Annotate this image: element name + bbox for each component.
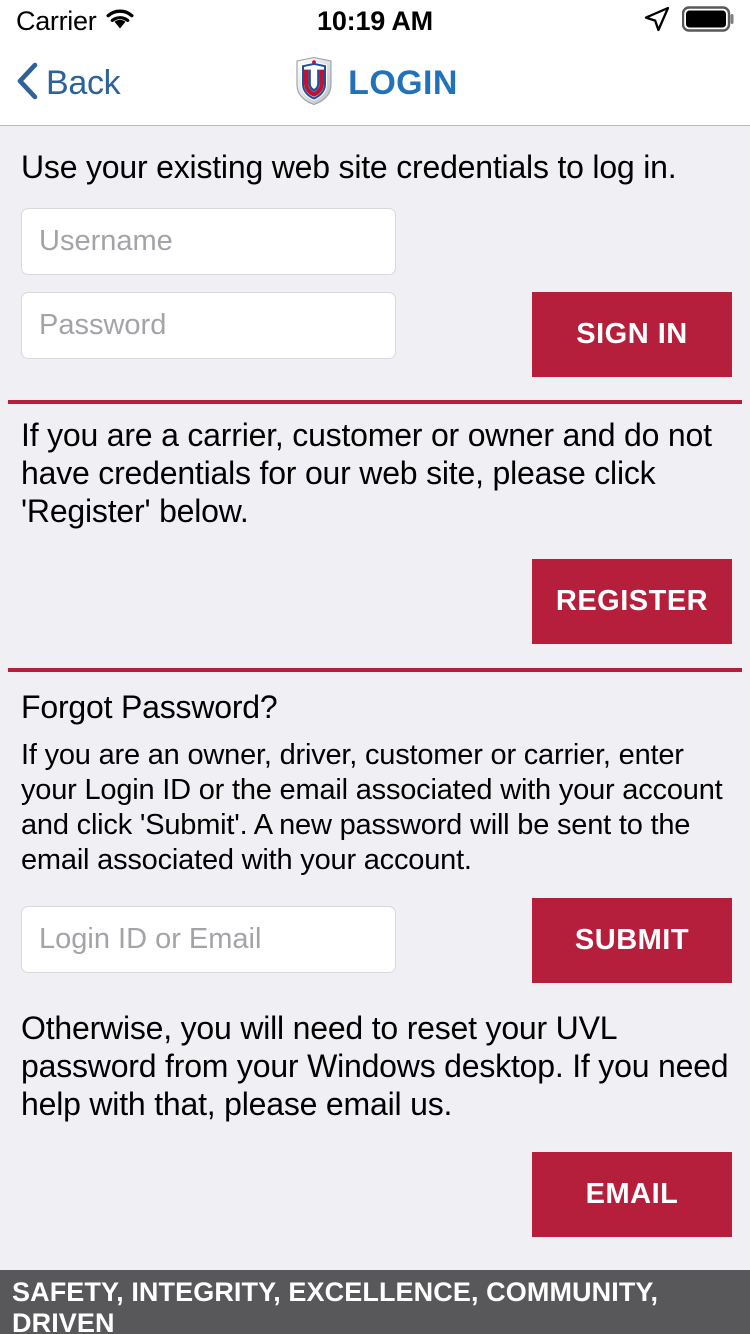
footer-tagline: SAFETY, INTEGRITY, EXCELLENCE, COMMUNITY…	[12, 1276, 659, 1334]
signin-intro-text: Use your existing web site credentials t…	[21, 149, 677, 185]
status-bar: Carrier 10:19 AM	[0, 0, 750, 42]
submit-button[interactable]: SUBMIT	[532, 898, 732, 983]
otherwise-description-text: Otherwise, you will need to reset your U…	[21, 1010, 729, 1122]
signin-button-wrap: SIGN IN	[532, 292, 732, 377]
page-title: LOGIN	[348, 64, 458, 102]
forgot-password-description: If you are an owner, driver, customer or…	[21, 739, 723, 876]
email-button-wrap: EMAIL	[10, 1152, 740, 1237]
register-section: If you are a carrier, customer or owner …	[0, 404, 750, 644]
password-input[interactable]	[21, 292, 396, 359]
content-area: Use your existing web site credentials t…	[0, 126, 750, 1334]
forgot-password-row: SUBMIT	[10, 898, 740, 983]
submit-button-wrap: SUBMIT	[532, 898, 732, 983]
status-bar-left: Carrier	[16, 6, 135, 37]
signin-fields	[21, 208, 396, 359]
battery-full-icon	[681, 5, 736, 37]
register-button-wrap: REGISTER	[10, 559, 740, 644]
register-button[interactable]: REGISTER	[532, 559, 732, 644]
signin-section: Use your existing web site credentials t…	[0, 126, 750, 377]
username-input[interactable]	[21, 208, 396, 275]
footer-banner: SAFETY, INTEGRITY, EXCELLENCE, COMMUNITY…	[0, 1270, 750, 1334]
forgot-password-heading: Forgot Password?	[21, 689, 278, 725]
sign-in-button[interactable]: SIGN IN	[532, 292, 732, 377]
chevron-left-icon	[16, 62, 38, 105]
back-button-label: Back	[46, 64, 121, 102]
navigation-bar: Back LOGIN	[0, 42, 750, 126]
login-id-or-email-input[interactable]	[21, 906, 396, 973]
email-button[interactable]: EMAIL	[532, 1152, 732, 1237]
back-button[interactable]: Back	[16, 62, 121, 105]
carrier-label: Carrier	[16, 5, 97, 36]
signin-body: SIGN IN	[10, 208, 740, 377]
shield-u-logo-icon	[292, 55, 336, 112]
wifi-icon	[105, 8, 135, 35]
forgot-password-section: Forgot Password? If you are an owner, dr…	[0, 672, 750, 1237]
location-arrow-icon	[643, 5, 671, 38]
status-bar-right	[643, 5, 736, 38]
register-description-text: If you are a carrier, customer or owner …	[21, 417, 712, 529]
